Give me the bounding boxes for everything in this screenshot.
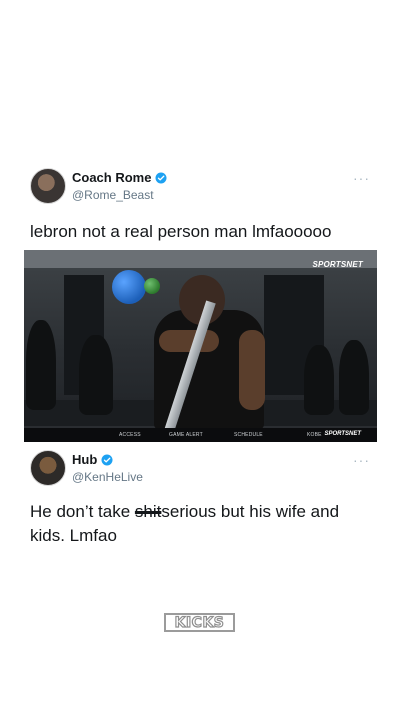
video-person bbox=[339, 340, 369, 415]
video-menu-logo: SPORTSNET bbox=[324, 431, 361, 437]
avatar[interactable] bbox=[30, 450, 66, 486]
video-menu-item: ACCESS bbox=[119, 432, 141, 438]
video-person bbox=[304, 345, 334, 415]
tweet-card-hub: Hub @KenHeLive ··· He don’t take shitser… bbox=[0, 445, 400, 555]
censored-word: shit bbox=[134, 502, 162, 521]
video-arm bbox=[159, 330, 219, 352]
handle[interactable]: @KenHeLive bbox=[72, 470, 143, 484]
tweet-text: lebron not a real person man lmfaooooo bbox=[30, 222, 332, 241]
avatar[interactable] bbox=[30, 168, 66, 204]
handle[interactable]: @Rome_Beast bbox=[72, 188, 167, 202]
verified-badge-icon bbox=[101, 454, 113, 465]
more-options-icon[interactable]: ··· bbox=[353, 170, 370, 186]
display-name-row: Coach Rome bbox=[72, 169, 167, 186]
tweet-video[interactable]: SPORTSNET ACCESS GAME ALERT SCHEDULE KOB… bbox=[24, 250, 377, 442]
display-name[interactable]: Coach Rome bbox=[72, 170, 151, 185]
video-logo: SPORTSNET bbox=[312, 260, 363, 269]
display-name[interactable]: Hub bbox=[72, 452, 97, 467]
exercise-ball bbox=[144, 278, 160, 294]
video-person bbox=[26, 320, 56, 410]
video-menu-item: GAME ALERT bbox=[169, 432, 203, 438]
tweet-author[interactable]: Hub @KenHeLive bbox=[30, 450, 143, 486]
video-arm bbox=[239, 330, 265, 410]
display-name-row: Hub bbox=[72, 451, 143, 468]
exercise-ball bbox=[112, 270, 146, 304]
tweet-text-part: He don’t take bbox=[30, 502, 135, 521]
video-menu-item: KOBE bbox=[307, 432, 322, 438]
kicks-watermark-logo: KICKS bbox=[164, 613, 235, 632]
verified-badge-icon bbox=[155, 172, 167, 183]
video-menu-bar: ACCESS GAME ALERT SCHEDULE KOBE SPORTSNE… bbox=[24, 428, 377, 442]
author-names: Hub @KenHeLive bbox=[72, 451, 143, 484]
video-menu-item: SCHEDULE bbox=[234, 432, 263, 438]
tweet-card-coach-rome: Coach Rome @Rome_Beast ··· lebron not a … bbox=[0, 160, 400, 450]
tweet-text: He don’t take shitserious but his wife a… bbox=[30, 500, 370, 548]
video-person bbox=[79, 335, 113, 415]
author-names: Coach Rome @Rome_Beast bbox=[72, 169, 167, 202]
more-options-icon[interactable]: ··· bbox=[353, 452, 370, 468]
tweet-author[interactable]: Coach Rome @Rome_Beast bbox=[30, 168, 167, 204]
